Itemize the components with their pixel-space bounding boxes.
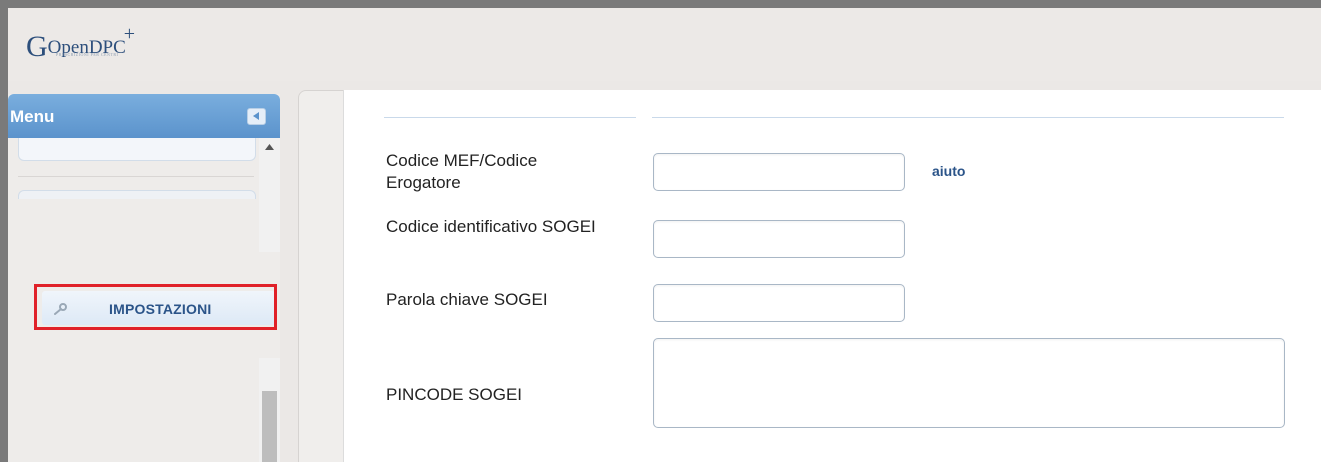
field-label-pincode: PINCODE SOGEI	[386, 385, 523, 404]
menu-title: Menu	[10, 107, 55, 126]
menu-section	[18, 190, 256, 199]
field-label-parola-chiave: Parola chiave SOGEI	[386, 290, 548, 309]
help-link[interactable]: aiuto	[932, 163, 965, 179]
parola-chiave-input[interactable]	[653, 284, 905, 322]
field-label-codice-identificativo: Codice identificativo SOGEI	[386, 217, 596, 236]
scroll-up-icon[interactable]	[265, 144, 274, 150]
codice-mef-input[interactable]	[653, 153, 905, 191]
menu-header: Menu	[8, 94, 280, 138]
collapse-menu-button[interactable]	[247, 108, 266, 125]
menu-section	[18, 138, 256, 161]
divider	[384, 117, 636, 118]
chevron-left-icon	[253, 112, 259, 120]
divider	[652, 117, 1284, 118]
pincode-textarea[interactable]	[653, 338, 1285, 428]
scrollbar-thumb[interactable]	[262, 391, 277, 462]
field-label-codice-mef: Codice MEF/Codice Erogatore	[386, 151, 538, 192]
codice-identificativo-input[interactable]	[653, 220, 905, 258]
sidebar: Menu IMPOSTAZIONI	[8, 94, 280, 462]
app-page: G Open DPC + PRESCRIZIONI PER CENTRI Menu	[8, 8, 1321, 462]
divider	[18, 176, 254, 177]
opendpc-logo[interactable]: G Open DPC + PRESCRIZIONI PER CENTRI	[26, 22, 135, 62]
header: G Open DPC + PRESCRIZIONI PER CENTRI	[8, 8, 1321, 81]
highlight-box	[34, 284, 277, 330]
form-panel: Codice MEF/Codice Erogatore aiuto Codice…	[343, 90, 1321, 462]
sidebar-scrollbar-top[interactable]	[259, 138, 280, 252]
sidebar-scrollbar[interactable]	[259, 358, 280, 462]
